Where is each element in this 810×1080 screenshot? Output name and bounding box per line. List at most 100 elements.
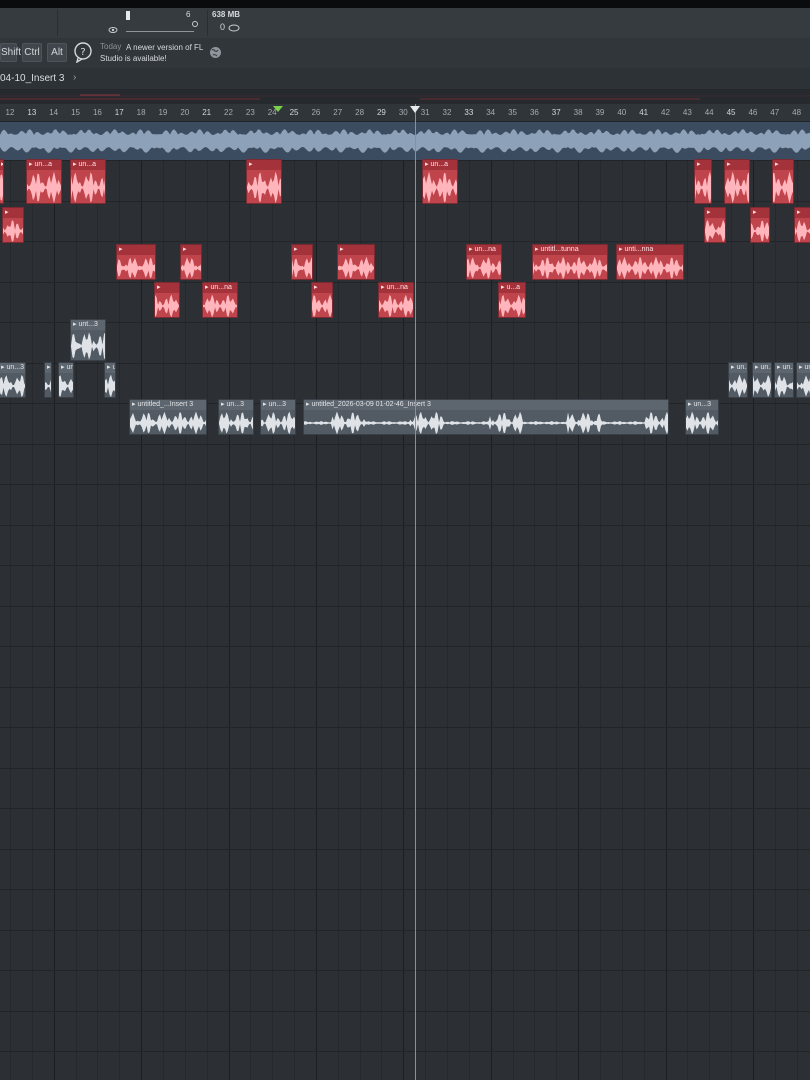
- track-divider: [0, 444, 810, 445]
- audio-clip[interactable]: ▸ un...a: [422, 159, 458, 204]
- clip-waveform: [751, 220, 769, 242]
- playlist-overview[interactable]: [0, 90, 810, 104]
- audio-clip[interactable]: ▸: [750, 207, 770, 243]
- audio-clip[interactable]: ▸ un...3: [0, 362, 26, 398]
- grid-beat-line: [360, 160, 361, 1080]
- track-divider: [0, 241, 810, 242]
- bar-number-label: 40: [617, 108, 627, 117]
- clip-title: ▸ un...na: [467, 245, 501, 255]
- audio-clip[interactable]: ▸: [337, 244, 375, 280]
- clip-title: ▸: [751, 208, 769, 218]
- globe-icon[interactable]: [209, 46, 222, 59]
- master-pitch-knob[interactable]: [126, 11, 130, 20]
- clip-waveform: [338, 256, 374, 279]
- clip-title: ▸ un...3: [0, 363, 25, 373]
- bar-number-label: 30: [398, 108, 408, 117]
- audio-clip[interactable]: ▸ u...a: [498, 282, 526, 318]
- audio-clip[interactable]: ▸ un...na: [202, 282, 238, 318]
- hint-message[interactable]: A newer version of FL Studio is availabl…: [100, 42, 210, 64]
- bar-number-label: 43: [682, 108, 692, 117]
- clip-waveform: [773, 171, 793, 203]
- pattern-selector[interactable]: 04-10_Insert 3: [0, 73, 65, 84]
- track-divider: [0, 646, 810, 647]
- clip-title: ▸ u...a: [499, 283, 525, 293]
- audio-clip[interactable]: ▸ un...3: [728, 362, 748, 398]
- audio-clip[interactable]: ▸: [772, 159, 794, 204]
- clip-waveform: [203, 294, 237, 317]
- bar-number-label: 46: [748, 108, 758, 117]
- bar-number-label: 13: [27, 108, 37, 117]
- audio-clip[interactable]: ▸ un...3: [104, 362, 116, 398]
- grid-beat-line: [54, 160, 55, 1080]
- master-pitch-slider[interactable]: [126, 31, 194, 32]
- clip-title: ▸ un...3: [59, 363, 74, 373]
- clip-title: ▸ un...a: [71, 160, 105, 170]
- audio-clip[interactable]: ▸: [704, 207, 726, 243]
- bar-number-label: 37: [551, 108, 561, 117]
- audio-clip[interactable]: ▸ un...3: [44, 362, 52, 398]
- audio-clip[interactable]: ▸ un...3: [752, 362, 772, 398]
- shift-key-button[interactable]: Shift: [0, 43, 21, 62]
- clip-waveform: [181, 257, 201, 279]
- clip-waveform: [27, 171, 61, 203]
- playhead-line[interactable]: [415, 104, 416, 1080]
- audio-clip[interactable]: ▸: [291, 244, 313, 280]
- grid-beat-line: [491, 160, 492, 1080]
- clip-title: ▸: [312, 283, 332, 293]
- loop-start-marker[interactable]: [273, 106, 283, 112]
- audio-clip[interactable]: ▸ unt...3: [70, 319, 106, 361]
- clip-title: ▸ un...3: [729, 363, 747, 373]
- audio-clip[interactable]: ▸: [246, 159, 282, 204]
- audio-clip[interactable]: ▸ un...na: [466, 244, 502, 280]
- audio-clip[interactable]: ▸: [311, 282, 333, 318]
- playhead-marker[interactable]: [410, 106, 420, 113]
- audio-clip[interactable]: ▸ un...3: [58, 362, 74, 398]
- audio-clip[interactable]: ▸ un...3: [774, 362, 794, 398]
- clip-title: ▸ un...3: [775, 363, 793, 373]
- audio-clip[interactable]: ▸: [2, 207, 24, 243]
- track-divider: [0, 1051, 810, 1052]
- top-toolbar: [0, 8, 810, 38]
- hint-speech-bubble-icon[interactable]: ?: [72, 41, 94, 63]
- audio-clip[interactable]: ▸ un...3: [796, 362, 810, 398]
- audio-clip[interactable]: ▸: [180, 244, 202, 280]
- audio-clip[interactable]: ▸ un...3: [260, 399, 296, 435]
- eye-icon: [108, 27, 118, 33]
- grid-beat-line: [797, 160, 798, 1080]
- clip-waveform: [379, 294, 413, 317]
- grid-beat-line: [141, 160, 142, 1080]
- audio-clip[interactable]: ▸: [794, 207, 810, 243]
- chevron-right-icon[interactable]: ›: [73, 72, 76, 83]
- alt-key-button[interactable]: Alt: [47, 43, 67, 62]
- clip-title: ▸: [773, 160, 793, 170]
- bar-number-label: 18: [136, 108, 146, 117]
- clip-title: ▸ un...3: [105, 363, 116, 373]
- audio-clip[interactable]: ▸: [694, 159, 712, 204]
- audio-clip[interactable]: ▸: [116, 244, 156, 280]
- audio-clip[interactable]: ▸ un...na: [378, 282, 414, 318]
- audio-clip[interactable]: ▸ untitled_...Insert 3: [129, 399, 207, 435]
- audio-clip[interactable]: ▸ un...3: [685, 399, 719, 435]
- audio-clip[interactable]: ▸: [154, 282, 180, 318]
- audio-clip[interactable]: ▸ un...3: [218, 399, 254, 435]
- audio-clip[interactable]: ▸ unti...nna: [616, 244, 684, 280]
- audio-clip[interactable]: ▸ untitl...tunna: [532, 244, 608, 280]
- clip-waveform: [130, 411, 206, 434]
- clip-waveform: [155, 294, 179, 317]
- track-divider: [0, 565, 810, 566]
- clip-title: ▸: [155, 283, 179, 293]
- clip-title: ▸ un...3: [45, 363, 51, 373]
- audio-clip[interactable]: ▸ un...a: [70, 159, 106, 204]
- ctrl-key-button[interactable]: Ctrl: [22, 43, 42, 62]
- grid-beat-line: [447, 160, 448, 1080]
- audio-clip[interactable]: ▸▸: [0, 159, 4, 204]
- audio-clip[interactable]: ▸: [724, 159, 750, 204]
- audio-clip[interactable]: ▸ untitled_2026-03-09 01-02-46_Insert 3: [303, 399, 669, 435]
- grid-beat-line: [687, 160, 688, 1080]
- clip-waveform: [117, 257, 155, 279]
- audio-clip[interactable]: ▸ un...a: [26, 159, 62, 204]
- clip-title: ▸ un...a: [423, 160, 457, 170]
- clip-waveform: [725, 171, 749, 203]
- grid-beat-line: [469, 160, 470, 1080]
- cpu-icon: [192, 21, 198, 27]
